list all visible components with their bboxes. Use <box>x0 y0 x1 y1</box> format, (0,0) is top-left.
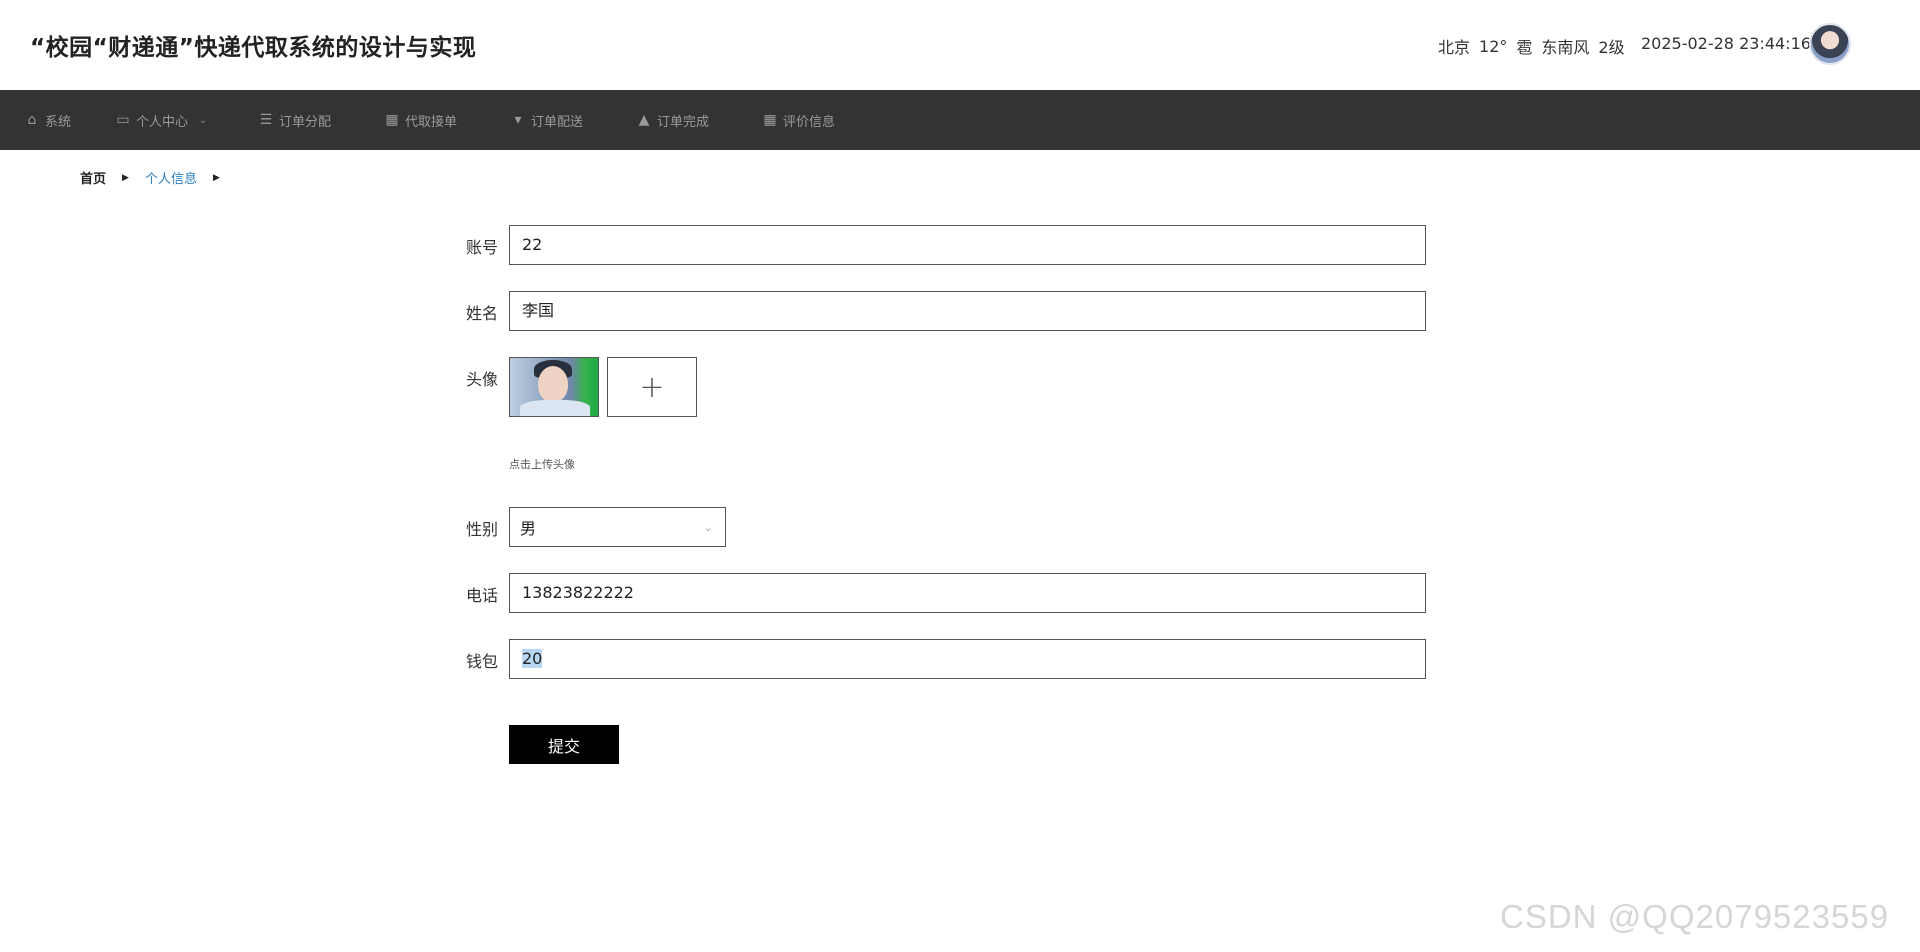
chevron-right-icon: ▶ <box>122 172 129 183</box>
wallet-input[interactable]: 20 <box>509 639 1426 679</box>
upload-hint: 点击上传头像 <box>509 458 575 471</box>
app-title: “校园“财递通”快递代取系统的设计与实现 <box>30 35 477 61</box>
upload-avatar-button[interactable]: + <box>607 357 697 417</box>
plus-icon: + <box>639 369 665 405</box>
nav-item-order-assign[interactable]: ☰ 订单分配 <box>258 90 331 150</box>
watermark: CSDN @QQ2079523559 <box>1500 898 1890 935</box>
chevron-right-icon: ▶ <box>212 172 220 183</box>
avatar-label: 头像 <box>466 370 499 389</box>
nav-item-label: 订单完成 <box>657 114 710 130</box>
nav-item-personal-center[interactable]: ▭ 个人中心 ⌄ <box>115 90 207 150</box>
hail-icon: 雹 <box>1516 38 1533 57</box>
account-label: 账号 <box>466 238 499 257</box>
main-nav: ⌂ 系统 ▭ 个人中心 ⌄ ☰ 订单分配 ▦ 代取接单 ▾ 订单配送 ▲ 订单完… <box>0 90 1920 150</box>
current-datetime: 2025-02-28 23:44:16 <box>1641 34 1811 53</box>
card-icon: ▭ <box>116 112 130 128</box>
phone-input[interactable]: 13823822222 <box>509 573 1426 613</box>
nav-item-label: 订单分配 <box>279 114 332 130</box>
nav-item-reviews[interactable]: ▦ 评价信息 <box>762 90 835 150</box>
thumb-icon: ▲ <box>638 112 650 128</box>
breadcrumb-current[interactable]: 个人信息 <box>145 168 197 187</box>
weather-level: 2级 <box>1598 38 1625 57</box>
weather-widget: 北京 12° 雹 东南风 2级 <box>1438 34 1625 58</box>
chevron-down-icon: ⌄ <box>703 520 713 534</box>
nav-item-label: 系统 <box>45 114 72 130</box>
name-input[interactable]: 李国 <box>509 291 1426 331</box>
weather-wind: 东南风 <box>1541 38 1590 57</box>
wallet-value: 20 <box>522 649 543 668</box>
nav-item-label: 评价信息 <box>783 114 836 130</box>
name-label: 姓名 <box>466 304 499 323</box>
nav-item-label: 订单配送 <box>531 114 584 130</box>
apps-icon: ▦ <box>763 112 777 128</box>
user-avatar[interactable] <box>1809 23 1851 65</box>
top-header: “校园“财递通”快递代取系统的设计与实现 北京 12° 雹 东南风 2级 202… <box>0 0 1920 90</box>
pin-icon: ▾ <box>514 112 522 128</box>
avatar-thumbnail[interactable] <box>509 357 599 417</box>
wallet-label: 钱包 <box>466 652 499 671</box>
gender-select[interactable]: 男 ⌄ <box>509 507 726 547</box>
submit-button[interactable]: 提交 <box>509 725 619 764</box>
breadcrumb: 首页 ▶ 个人信息 ▶ <box>80 168 236 187</box>
breadcrumb-home[interactable]: 首页 <box>80 168 106 187</box>
weather-temperature: 12° <box>1479 36 1508 56</box>
chevron-down-icon: ⌄ <box>199 114 208 126</box>
nav-item-label: 代取接单 <box>405 114 458 130</box>
home-icon: ⌂ <box>27 112 37 128</box>
sliders-icon: ☰ <box>259 112 273 128</box>
gender-selected-value: 男 <box>520 519 537 538</box>
nav-item-pickup-orders[interactable]: ▦ 代取接单 <box>384 90 457 150</box>
phone-label: 电话 <box>466 586 499 605</box>
nav-item-order-complete[interactable]: ▲ 订单完成 <box>636 90 709 150</box>
nav-item-order-delivery[interactable]: ▾ 订单配送 <box>510 90 583 150</box>
gender-label: 性别 <box>466 520 499 539</box>
nav-item-system[interactable]: ⌂ 系统 <box>24 90 71 150</box>
nav-item-label: 个人中心 <box>136 114 189 130</box>
grid-icon: ▦ <box>385 112 399 128</box>
account-input[interactable]: 22 <box>509 225 1426 265</box>
weather-city: 北京 <box>1438 38 1471 57</box>
